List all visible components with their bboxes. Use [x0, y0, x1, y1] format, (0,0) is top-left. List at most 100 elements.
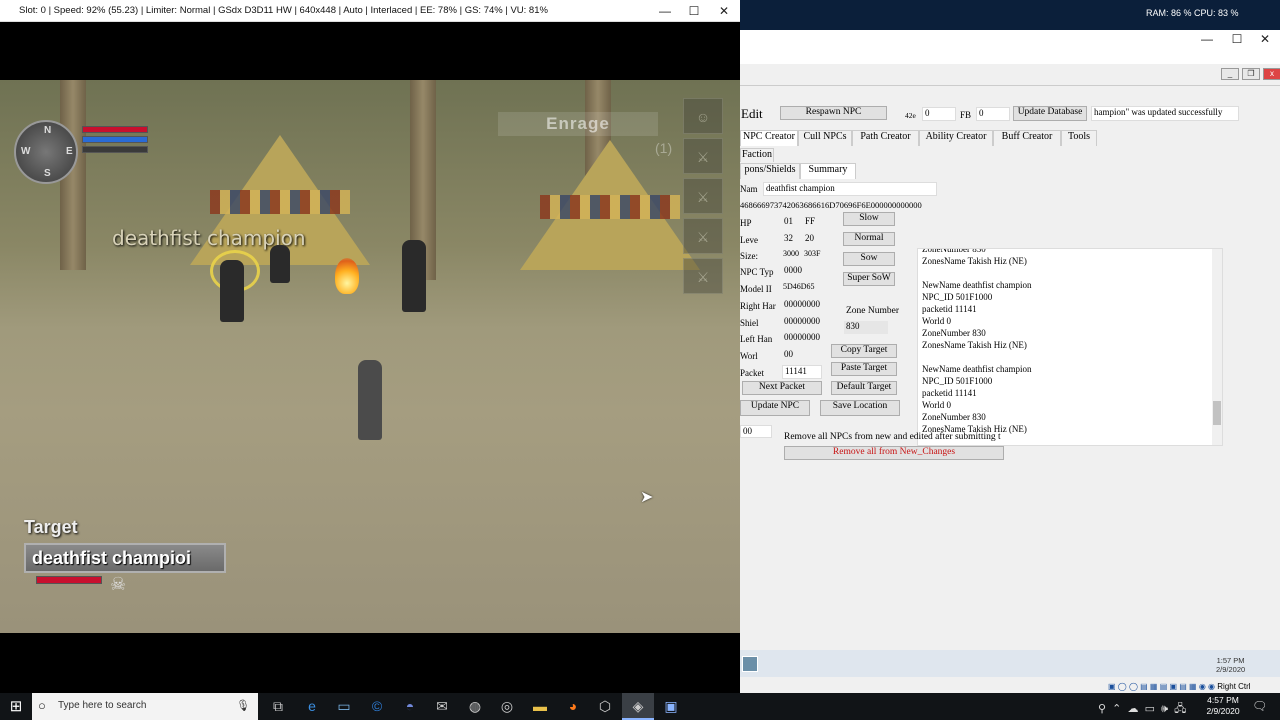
skull-icon: ☠: [110, 574, 127, 594]
inner-clock-date: 2/9/2020: [1216, 665, 1246, 674]
remove-all-new-changes-button[interactable]: Remove all from New_Changes: [784, 446, 1004, 460]
player-bars: [82, 126, 148, 156]
minimize-button[interactable]: —: [650, 2, 680, 20]
super-sow-button[interactable]: Super SoW: [843, 272, 895, 286]
level-value-1[interactable]: 32: [782, 233, 800, 246]
model-id-label: Model II: [740, 284, 772, 294]
tab-npc-creator[interactable]: NPC Creator: [740, 130, 798, 146]
left-hand-value[interactable]: 00000000: [782, 332, 824, 345]
tab-tools[interactable]: Tools: [1061, 130, 1097, 146]
discord-icon[interactable]: ◓: [394, 693, 426, 720]
edge-icon[interactable]: e: [296, 693, 328, 720]
slow-button[interactable]: Slow: [843, 212, 895, 226]
davinci-icon[interactable]: ◎: [491, 693, 523, 720]
next-packet-button[interactable]: Next Packet: [742, 381, 822, 395]
tab-faction[interactable]: Faction: [740, 148, 774, 162]
right-hand-label: Right Har: [740, 301, 776, 311]
editor-titlebar[interactable]: — ☐ ✕: [740, 30, 1280, 64]
name-label: Nam: [740, 184, 758, 194]
level-value-2[interactable]: 20: [803, 233, 821, 246]
tab-path-creator[interactable]: Path Creator: [852, 130, 919, 146]
close-button[interactable]: ✕: [1250, 30, 1280, 48]
task-view-icon[interactable]: ⧉: [262, 693, 294, 720]
size-value-1[interactable]: 3000: [781, 249, 803, 262]
packet-input[interactable]: 11141: [782, 365, 822, 379]
field-fb-input[interactable]: 0: [976, 107, 1010, 121]
emulator-titlebar[interactable]: Slot: 0 | Speed: 92% (55.23) | Limiter: …: [0, 0, 740, 22]
tab-ability-creator[interactable]: Ability Creator: [919, 130, 993, 146]
system-tray[interactable]: ⚲ ⌃ ☁ ▭ 🕪 🖧: [1098, 700, 1186, 719]
steam-icon[interactable]: ◍: [459, 693, 491, 720]
hotbar-slot[interactable]: ⚔: [683, 258, 723, 294]
level-label: Leve: [740, 235, 758, 245]
system-clock[interactable]: 4:57 PM 2/9/2020: [1200, 695, 1246, 717]
mdi-minimize-button[interactable]: _: [1221, 68, 1239, 80]
paste-target-button[interactable]: Paste Target: [831, 362, 897, 376]
shield-label: Shiel: [740, 318, 759, 328]
respawn-npc-button[interactable]: Respawn NPC: [780, 106, 887, 120]
npc-figure[interactable]: [270, 245, 290, 283]
world-value[interactable]: 00: [782, 349, 820, 362]
summary-scrollbar[interactable]: [1212, 249, 1222, 445]
firefox-icon[interactable]: ◕: [557, 693, 589, 720]
shield-value[interactable]: 00000000: [782, 316, 824, 329]
tent: [520, 140, 700, 270]
hp-value-2[interactable]: FF: [803, 216, 821, 229]
sow-button[interactable]: Sow: [843, 252, 895, 266]
copy-target-button[interactable]: Copy Target: [831, 344, 897, 358]
hotbar-slot[interactable]: ⚔: [683, 138, 723, 174]
tab-weapons-shields[interactable]: pons/Shields: [740, 163, 800, 179]
npc-editor-window: — ☐ ✕ _ ❐ x Edit Respawn NPC 42e 0 FB 0 …: [740, 30, 1280, 693]
game-viewport[interactable]: N E S W Enrage (1) ☺ ⚔ ⚔ ⚔ ⚔ deathfist c…: [0, 80, 740, 633]
search-box[interactable]: ○ Type here to search 🎙: [32, 693, 258, 720]
tab-summary[interactable]: Summary: [800, 163, 856, 179]
size-label: Size:: [740, 251, 758, 261]
update-npc-button[interactable]: Update NPC: [740, 400, 810, 416]
microphone-icon[interactable]: 🎙: [236, 699, 250, 712]
emulator-title: Slot: 0 | Speed: 92% (55.23) | Limiter: …: [19, 5, 548, 16]
npc-figure[interactable]: [402, 240, 426, 312]
buff-label: Enrage: [498, 112, 658, 136]
ccleaner-icon[interactable]: ©: [361, 693, 393, 720]
summary-scroll-thumb[interactable]: [1213, 401, 1221, 425]
tab-buff-creator[interactable]: Buff Creator: [993, 130, 1061, 146]
close-button[interactable]: ✕: [709, 2, 739, 20]
file-explorer-icon[interactable]: ▬: [524, 693, 556, 720]
normal-button[interactable]: Normal: [843, 232, 895, 246]
default-target-button[interactable]: Default Target: [831, 381, 897, 395]
update-database-button[interactable]: Update Database: [1013, 106, 1087, 121]
hotbar-slot[interactable]: ⚔: [683, 218, 723, 254]
mdi-restore-button[interactable]: ❐: [1242, 68, 1260, 80]
summary-textbox[interactable]: ZoneNumber 830 ZonesName Takish Hiz (NE)…: [917, 248, 1223, 446]
small-input[interactable]: 00: [740, 425, 772, 438]
size-value-2[interactable]: 303F: [802, 249, 824, 262]
npc-type-value[interactable]: 0000: [782, 265, 820, 278]
name-input[interactable]: deathfist champion: [763, 182, 937, 196]
maximize-button[interactable]: ☐: [679, 2, 709, 20]
mail-icon[interactable]: ✉: [426, 693, 458, 720]
maximize-button[interactable]: ☐: [1222, 30, 1252, 48]
npc-figure[interactable]: [220, 260, 244, 322]
unity-icon[interactable]: ⬡: [589, 693, 621, 720]
tab-cull-npcs[interactable]: Cull NPCs: [798, 130, 852, 146]
inner-app-icon[interactable]: [742, 656, 758, 672]
field-42e-input[interactable]: 0: [922, 107, 956, 121]
hotbar-slot[interactable]: ⚔: [683, 178, 723, 214]
notepad-icon[interactable]: ▭: [328, 693, 360, 720]
save-location-button[interactable]: Save Location: [820, 400, 900, 416]
minimize-button[interactable]: —: [1192, 30, 1222, 48]
hex-name-string: 468666973742063686616D70696F6E0000000000…: [740, 200, 922, 210]
start-button[interactable]: ⊞: [0, 693, 32, 720]
notifications-icon[interactable]: 🗨: [1252, 699, 1267, 713]
visual-studio-icon[interactable]: ▣: [655, 693, 687, 720]
clock-date: 2/9/2020: [1206, 706, 1240, 716]
right-hand-value[interactable]: 00000000: [782, 299, 824, 312]
mdi-close-button[interactable]: x: [1263, 68, 1280, 80]
hp-value-1[interactable]: 01: [782, 216, 800, 229]
pcsx2-icon[interactable]: ◈: [622, 693, 654, 720]
hotbar-slot[interactable]: ☺: [683, 98, 723, 134]
zone-number-value[interactable]: 830: [844, 321, 888, 334]
concentration-bar: [82, 146, 148, 153]
model-id-value[interactable]: 5D46D65: [781, 282, 823, 295]
inner-clock: 1:57 PM 2/9/2020: [1216, 656, 1245, 674]
